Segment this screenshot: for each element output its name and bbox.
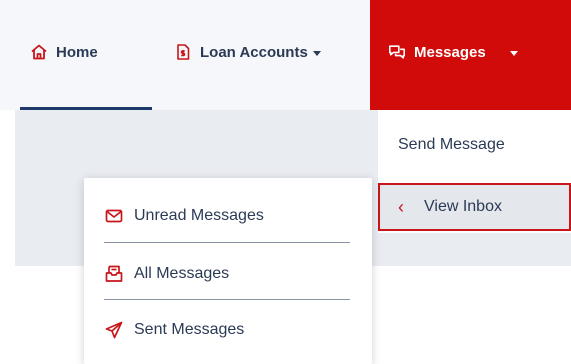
divider bbox=[104, 242, 350, 243]
sent-messages-label: Sent Messages bbox=[134, 321, 245, 338]
sent-messages-item[interactable]: Sent Messages bbox=[104, 310, 354, 350]
home-icon bbox=[30, 43, 48, 61]
send-message-item[interactable]: Send Message bbox=[378, 128, 571, 162]
nav-loan-accounts[interactable]: Loan Accounts bbox=[174, 0, 321, 110]
nav-messages[interactable]: Messages bbox=[370, 0, 571, 110]
envelope-icon bbox=[104, 206, 124, 226]
chevron-left-icon: ‹ bbox=[398, 196, 404, 217]
inbox-tray-icon bbox=[104, 264, 124, 284]
all-messages-label: All Messages bbox=[134, 265, 230, 282]
unread-messages-label: Unread Messages bbox=[134, 207, 264, 224]
view-inbox-label: View Inbox bbox=[424, 198, 502, 215]
nav-loan-accounts-label: Loan Accounts bbox=[200, 43, 308, 61]
nav-home[interactable]: Home bbox=[20, 0, 152, 110]
chat-bubbles-icon bbox=[388, 43, 406, 61]
all-messages-item[interactable]: All Messages bbox=[104, 254, 354, 294]
inbox-dropdown: Unread Messages All Messages Sent Messag… bbox=[84, 178, 372, 364]
top-navbar: Home Loan Accounts Messages bbox=[0, 0, 571, 110]
unread-messages-item[interactable]: Unread Messages bbox=[104, 196, 354, 236]
chevron-down-icon bbox=[312, 50, 321, 56]
chevron-down-icon bbox=[509, 50, 518, 56]
nav-messages-label: Messages bbox=[414, 43, 486, 61]
send-message-label: Send Message bbox=[398, 136, 505, 153]
view-inbox-item[interactable]: ‹ View Inbox bbox=[378, 183, 571, 231]
paper-plane-icon bbox=[104, 320, 124, 340]
messages-submenu: Send Message ‹ View Inbox bbox=[378, 110, 571, 233]
nav-home-label: Home bbox=[56, 43, 98, 61]
divider bbox=[104, 299, 350, 300]
document-icon bbox=[174, 43, 192, 61]
